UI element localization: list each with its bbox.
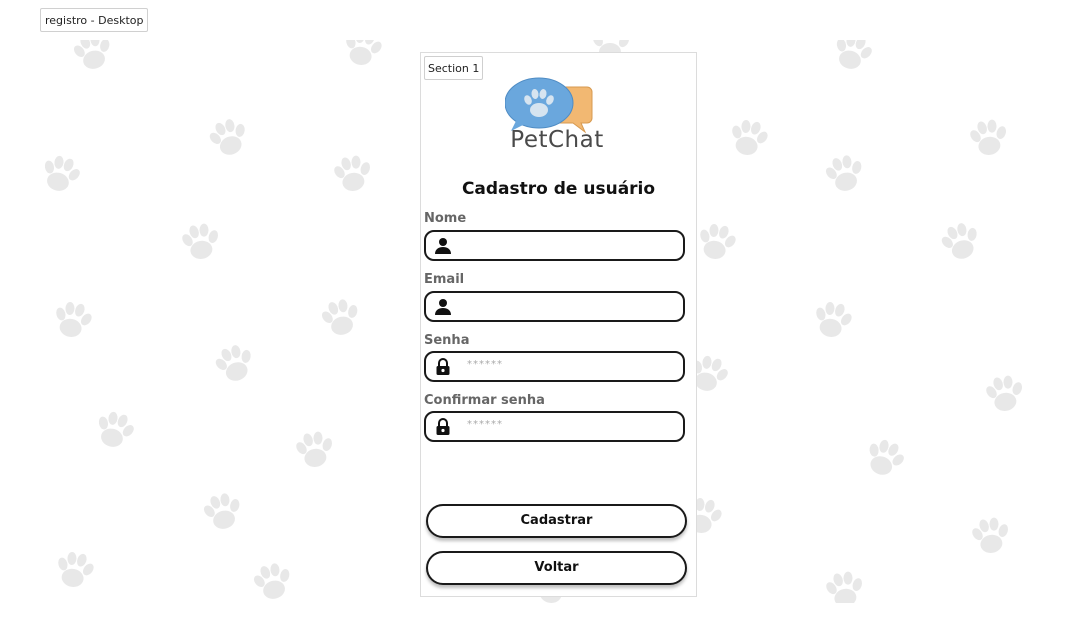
lock-icon [436, 358, 450, 375]
paw-chat-bubbles-icon [504, 77, 593, 134]
email-label: Email [424, 272, 465, 287]
petchat-logo: PetChat [504, 75, 609, 159]
logo-text: PetChat [510, 127, 604, 153]
user-icon [435, 238, 451, 254]
email-input[interactable] [424, 291, 685, 322]
confirmar-senha-placeholder: ****** [467, 419, 503, 430]
senha-input[interactable]: ****** [424, 351, 685, 382]
voltar-button[interactable]: Voltar [426, 551, 687, 585]
user-icon [435, 299, 451, 315]
registration-screen: Section 1 PetChat Cadastro de usuário No… [420, 52, 697, 597]
desktop-canvas: registro - Desktop Section 1 PetChat Cad… [0, 0, 1092, 643]
nome-label: Nome [424, 211, 467, 226]
senha-placeholder: ****** [467, 359, 503, 370]
section-label: Section 1 [424, 56, 484, 80]
lock-icon [436, 418, 450, 435]
confirmar-senha-input[interactable]: ****** [424, 411, 685, 442]
frame-label: registro - Desktop [40, 8, 149, 32]
page-title: Cadastro de usuário [461, 179, 656, 199]
senha-label: Senha [424, 333, 470, 348]
confirmar-senha-label: Confirmar senha [424, 393, 545, 408]
cadastrar-button[interactable]: Cadastrar [426, 504, 687, 538]
nome-input[interactable] [424, 230, 685, 261]
